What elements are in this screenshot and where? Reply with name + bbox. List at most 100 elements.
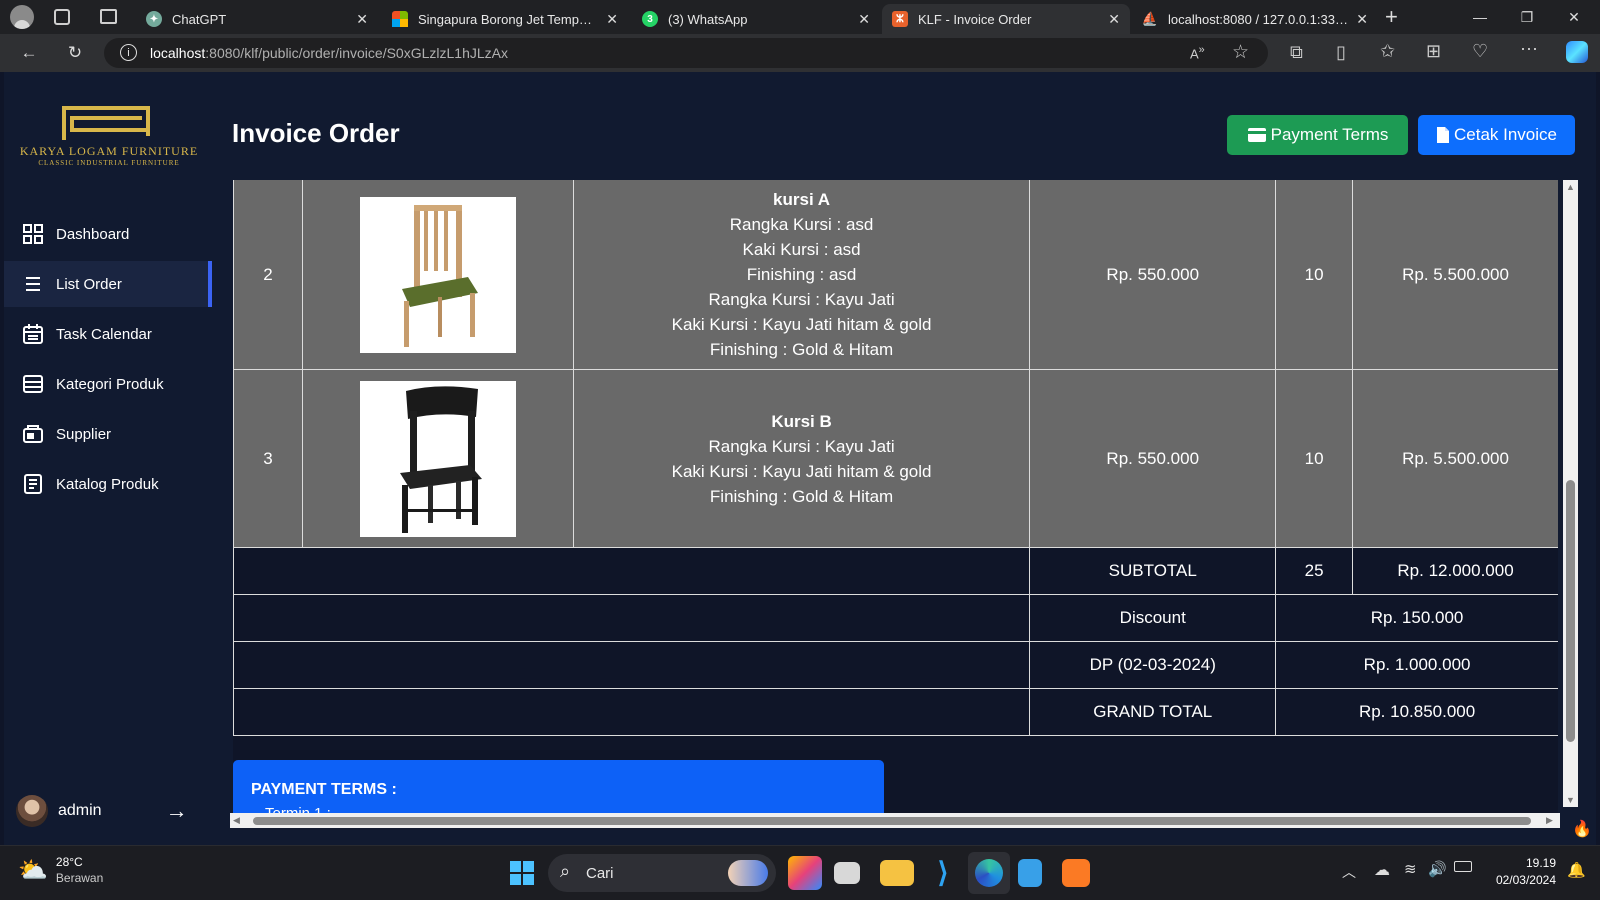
- workspaces-icon[interactable]: [54, 9, 70, 25]
- tab-title: KLF - Invoice Order: [918, 11, 1032, 27]
- item-price: Rp. 550.000: [1029, 180, 1277, 370]
- discount-label: Discount: [1029, 594, 1277, 642]
- close-window-button[interactable]: ✕: [1551, 0, 1597, 34]
- payment-terms-heading: PAYMENT TERMS :: [251, 781, 397, 798]
- tab-klf-invoice[interactable]: ⵣ KLF - Invoice Order ✕: [882, 4, 1130, 34]
- collections-icon[interactable]: ⊞: [1426, 41, 1441, 62]
- more-menu-icon[interactable]: ⋯: [1520, 39, 1538, 60]
- sidebar-item-dashboard[interactable]: Dashboard: [4, 211, 212, 257]
- copilot-taskbar-icon[interactable]: [788, 856, 822, 890]
- xampp-icon[interactable]: [1062, 859, 1090, 887]
- minimize-button[interactable]: —: [1457, 0, 1503, 34]
- list-icon: [26, 277, 40, 291]
- windows-taskbar: ⛅ 28°C Berawan ⌕ Cari ⟩ ︿ ☁ ≋ 🔊 19.19 02…: [0, 845, 1600, 900]
- sidebar-item-supplier[interactable]: Supplier: [4, 411, 212, 457]
- sidebar-item-label: Katalog Produk: [56, 475, 159, 493]
- scroll-left-arrow-icon[interactable]: ◀: [233, 815, 240, 826]
- tab-actions-icon[interactable]: [100, 9, 117, 24]
- item-number: 2: [233, 180, 303, 370]
- print-invoice-button[interactable]: Cetak Invoice: [1418, 115, 1575, 155]
- tab-title: Singapura Borong Jet Tempur Si: [418, 11, 599, 27]
- extensions-icon[interactable]: ⧉: [1290, 42, 1303, 63]
- onedrive-cloud-icon[interactable]: ☁: [1374, 860, 1390, 880]
- favorite-star-icon[interactable]: ☆: [1232, 41, 1249, 64]
- item-total: Rp. 5.500.000: [1352, 369, 1558, 548]
- tab-phpmyadmin[interactable]: ⛵ localhost:8080 / 127.0.0.1:3308 / ✕: [1132, 4, 1378, 34]
- flame-icon[interactable]: 🔥: [1572, 819, 1592, 839]
- sidebar-item-kategori-produk[interactable]: Kategori Produk: [4, 361, 212, 407]
- empty-cell: [233, 547, 1031, 595]
- logout-arrow-icon[interactable]: →: [166, 798, 188, 824]
- close-icon[interactable]: ✕: [606, 11, 618, 28]
- split-screen-icon[interactable]: ▯: [1336, 42, 1346, 63]
- vertical-scroll-thumb[interactable]: [1566, 480, 1575, 742]
- url-field[interactable]: i localhost:8080/klf/public/order/invoic…: [104, 38, 1268, 68]
- scroll-up-arrow-icon[interactable]: ▲: [1566, 182, 1575, 192]
- weather-widget[interactable]: ⛅ 28°C Berawan: [18, 854, 103, 886]
- sidebar-item-list-order[interactable]: List Order: [4, 261, 212, 307]
- page-title: Invoice Order: [232, 118, 400, 148]
- tab-title: (3) WhatsApp: [668, 11, 748, 27]
- battery-icon[interactable]: [1454, 861, 1472, 872]
- credit-card-icon: [1247, 128, 1266, 142]
- info-icon[interactable]: i: [120, 44, 137, 61]
- favorites-icon[interactable]: ✩: [1380, 41, 1395, 62]
- read-aloud-icon[interactable]: A»: [1190, 44, 1205, 61]
- subtotal-row: SUBTOTAL 25 Rp. 12.000.000: [233, 547, 1558, 595]
- invoice-table: 2 kursi A Rangka Kursi: asd Kaki Kursi …: [233, 180, 1558, 736]
- file-explorer-icon[interactable]: [880, 860, 914, 886]
- clock[interactable]: 19.19 02/03/2024: [1486, 855, 1556, 889]
- item-spec: Kaki Kursi : Kayu Jati hitam & gold: [671, 315, 932, 334]
- close-icon[interactable]: ✕: [356, 11, 368, 28]
- avatar: [16, 795, 48, 827]
- tab-whatsapp[interactable]: 3 (3) WhatsApp ✕: [632, 4, 880, 34]
- payment-terms-card: PAYMENT TERMS : Termin 1 :: [233, 760, 884, 815]
- refresh-button[interactable]: ↻: [60, 38, 90, 68]
- close-icon[interactable]: ✕: [1108, 11, 1120, 28]
- task-view-icon[interactable]: [834, 862, 860, 884]
- horizontal-scroll-thumb[interactable]: [253, 817, 1531, 825]
- grand-total-row: GRAND TOTAL Rp. 10.850.000: [233, 688, 1558, 736]
- wifi-icon[interactable]: ≋: [1404, 860, 1417, 878]
- invoice-table-scroll[interactable]: 2 kursi A Rangka Kursi: asd Kaki Kursi …: [233, 180, 1558, 815]
- sidebar-item-label: Dashboard: [56, 225, 130, 243]
- sidebar-item-task-calendar[interactable]: Task Calendar: [4, 311, 212, 357]
- chair-a-image: [359, 196, 516, 353]
- sidebar-item-katalog-produk[interactable]: Katalog Produk: [4, 461, 212, 507]
- copilot-icon[interactable]: [1566, 41, 1588, 63]
- pdf-file-icon: [1437, 127, 1449, 143]
- chevron-up-icon[interactable]: ︿: [1342, 862, 1356, 882]
- company-logo: KARYA LOGAM FURNITURE CLASSIC INDUSTRIAL…: [12, 102, 206, 172]
- scroll-right-arrow-icon[interactable]: ▶: [1546, 815, 1553, 826]
- user-profile[interactable]: admin →: [16, 795, 188, 827]
- vscode-icon[interactable]: ⟩: [926, 856, 960, 890]
- volume-icon[interactable]: 🔊: [1428, 860, 1447, 878]
- item-price: Rp. 550.000: [1029, 369, 1277, 548]
- item-spec: Finishing : asd: [746, 265, 857, 284]
- restore-button[interactable]: ❐: [1504, 0, 1550, 34]
- sidebar: KARYA LOGAM FURNITURE CLASSIC INDUSTRIAL…: [4, 72, 212, 845]
- payment-terms-button[interactable]: Payment Terms: [1227, 115, 1408, 155]
- table-row: 2 kursi A Rangka Kursi: asd Kaki Kursi …: [233, 180, 1558, 370]
- close-icon[interactable]: ✕: [1356, 11, 1368, 28]
- notification-bell-icon[interactable]: 🔔: [1567, 861, 1586, 879]
- new-tab-button[interactable]: +: [1385, 4, 1398, 30]
- close-icon[interactable]: ✕: [858, 11, 870, 28]
- notepad-icon[interactable]: [1018, 859, 1042, 887]
- item-number: 3: [233, 369, 303, 548]
- tab-chatgpt[interactable]: ✦ ChatGPT ✕: [136, 4, 378, 34]
- discount-row: Discount Rp. 150.000: [233, 594, 1558, 642]
- taskbar-search[interactable]: ⌕ Cari: [548, 854, 776, 892]
- tab-singapura[interactable]: Singapura Borong Jet Tempur Si ✕: [382, 4, 628, 34]
- truck-icon: [23, 425, 43, 443]
- logo-title: KARYA LOGAM FURNITURE: [19, 144, 199, 158]
- start-windows-icon[interactable]: [510, 861, 534, 885]
- empty-cell: [233, 594, 1031, 642]
- health-icon[interactable]: ♡: [1472, 41, 1488, 62]
- sidebar-item-label: Task Calendar: [56, 325, 152, 343]
- profile-icon[interactable]: [10, 5, 34, 29]
- scroll-down-arrow-icon[interactable]: ▼: [1566, 795, 1575, 805]
- back-button[interactable]: ←: [14, 38, 44, 68]
- edge-browser-icon[interactable]: [968, 852, 1010, 894]
- item-name: kursi A: [773, 190, 831, 209]
